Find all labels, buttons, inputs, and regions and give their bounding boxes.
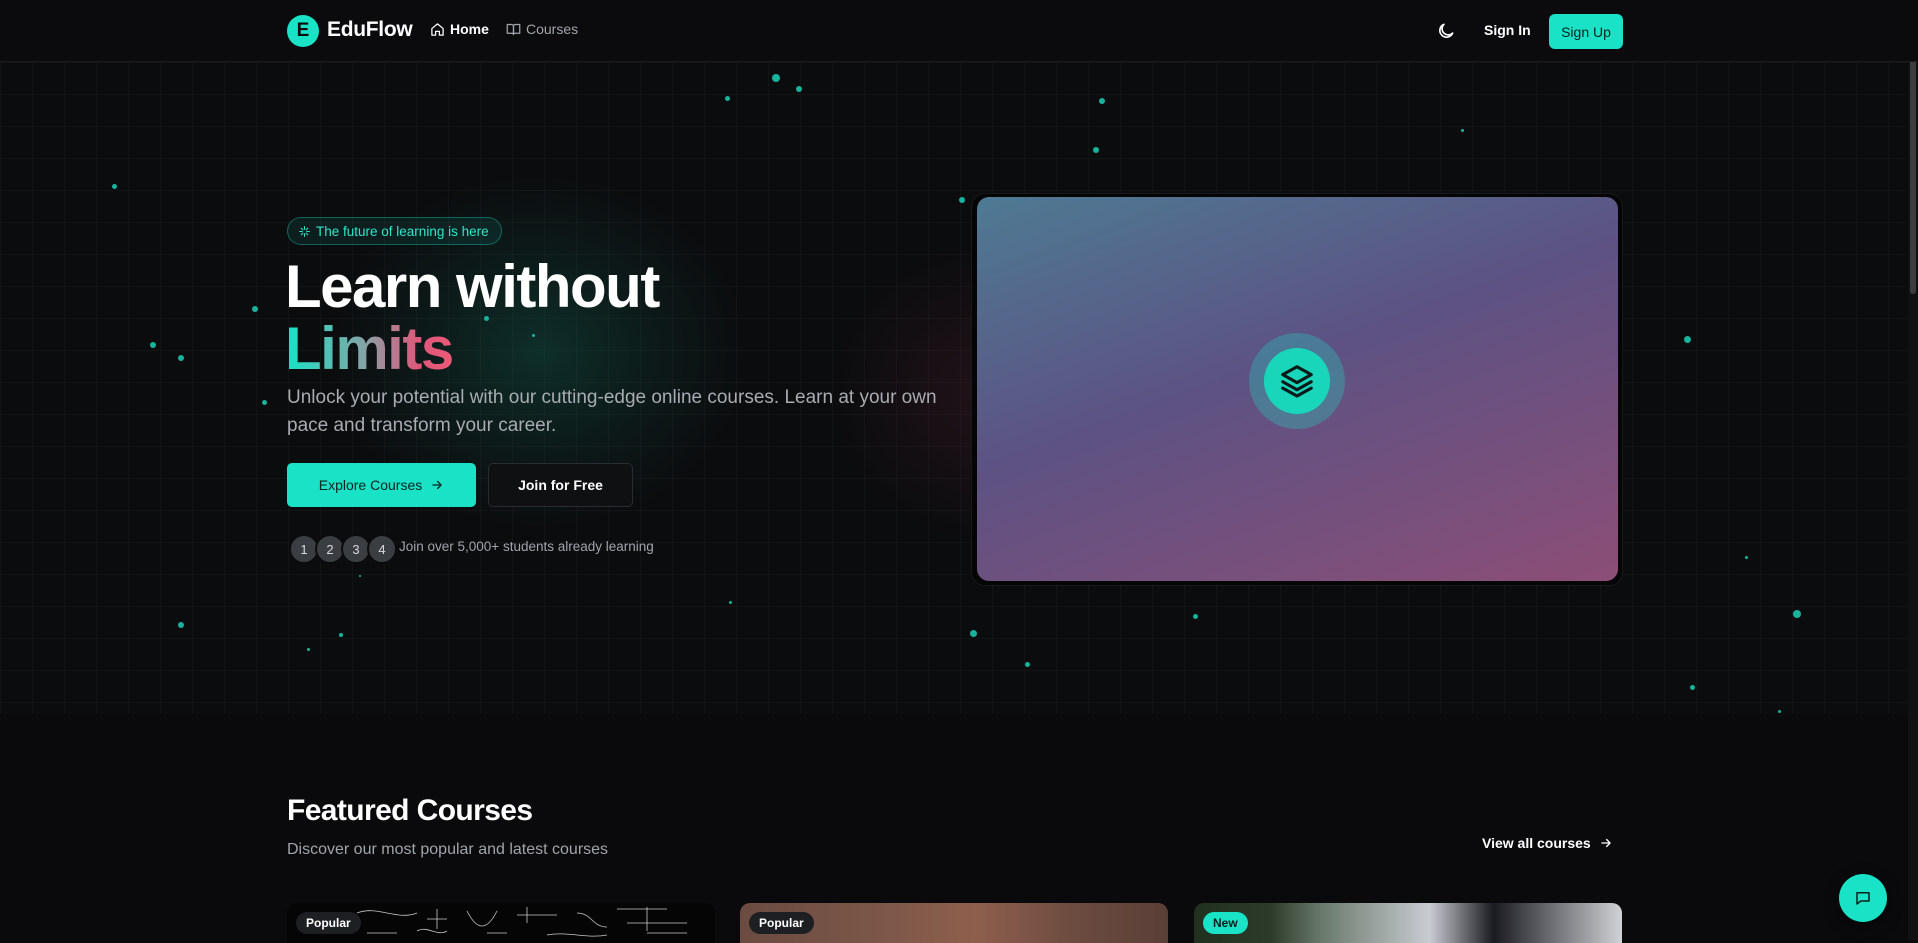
explore-courses-label: Explore Courses — [318, 477, 423, 493]
particle — [178, 622, 184, 628]
particle — [1745, 556, 1748, 559]
particle — [150, 342, 156, 348]
join-free-button[interactable]: Join for Free — [488, 463, 633, 507]
home-icon — [431, 22, 444, 36]
book-open-icon — [506, 23, 521, 35]
featured-title: Featured Courses — [287, 794, 533, 827]
particle — [178, 355, 184, 361]
hero-badge-text: The future of learning is here — [316, 223, 489, 239]
avatar: 4 — [367, 534, 397, 564]
nav-courses-label: Courses — [526, 21, 579, 37]
particle — [252, 306, 258, 312]
course-tag: Popular — [749, 912, 814, 934]
particle — [307, 648, 310, 651]
particle — [1690, 685, 1695, 690]
particle — [959, 197, 965, 203]
view-all-courses-link[interactable]: View all courses — [1482, 835, 1613, 851]
layers-icon — [1281, 365, 1313, 398]
social-proof-text: Join over 5,000+ students already learni… — [399, 539, 654, 554]
view-all-label: View all courses — [1482, 835, 1591, 851]
chat-button[interactable] — [1839, 874, 1887, 922]
sign-in-button[interactable]: Sign In — [1484, 22, 1531, 38]
sparkle-icon — [299, 225, 310, 237]
featured-subtitle: Discover our most popular and latest cou… — [287, 841, 609, 858]
chat-icon — [1856, 892, 1870, 905]
logo-mark[interactable]: E — [287, 15, 319, 47]
particle — [262, 400, 267, 405]
particle — [970, 630, 977, 637]
hero-subtitle: Unlock your potential with our cutting-e… — [287, 387, 937, 436]
particle — [1099, 98, 1105, 104]
particle — [1193, 614, 1198, 619]
sign-up-button[interactable]: Sign Up — [1549, 14, 1623, 49]
arrow-right-icon — [432, 480, 442, 490]
particle — [729, 601, 732, 604]
nav-home-label: Home — [450, 21, 489, 37]
course-tag: Popular — [296, 912, 361, 934]
particle — [1778, 710, 1781, 713]
hero-badge: The future of learning is here — [287, 217, 502, 245]
course-card[interactable]: New — [1194, 903, 1622, 943]
particle — [725, 96, 730, 101]
hero-title-line1: Learn without — [285, 253, 660, 320]
particle — [1093, 147, 1099, 153]
moon-icon[interactable] — [1436, 21, 1456, 41]
particle — [532, 334, 535, 337]
nav-home-link[interactable]: Home — [430, 21, 489, 37]
course-card[interactable]: Popular — [287, 903, 715, 943]
particle — [772, 74, 780, 82]
particle — [339, 633, 343, 637]
particle — [359, 575, 361, 577]
particle — [1025, 662, 1030, 667]
explore-courses-button[interactable]: Explore Courses — [287, 463, 476, 507]
particle — [1461, 129, 1464, 132]
top-navbar: E EduFlow Home Courses Sign In Sign Up — [0, 0, 1918, 62]
student-avatars: 1 2 3 4 — [289, 534, 397, 564]
nav-courses-link[interactable]: Courses — [506, 21, 578, 37]
particle — [796, 86, 802, 92]
particle — [1684, 336, 1691, 343]
arrow-right-icon — [1600, 838, 1611, 848]
course-tag: New — [1203, 912, 1248, 934]
course-thumbnail — [356, 907, 687, 937]
particle — [1793, 610, 1801, 618]
hero-title-line2: Limits — [285, 315, 454, 382]
particle — [112, 184, 117, 189]
hero-media-badge — [1264, 348, 1330, 414]
course-card[interactable]: Popular — [740, 903, 1168, 943]
brand-name[interactable]: EduFlow — [327, 18, 413, 42]
